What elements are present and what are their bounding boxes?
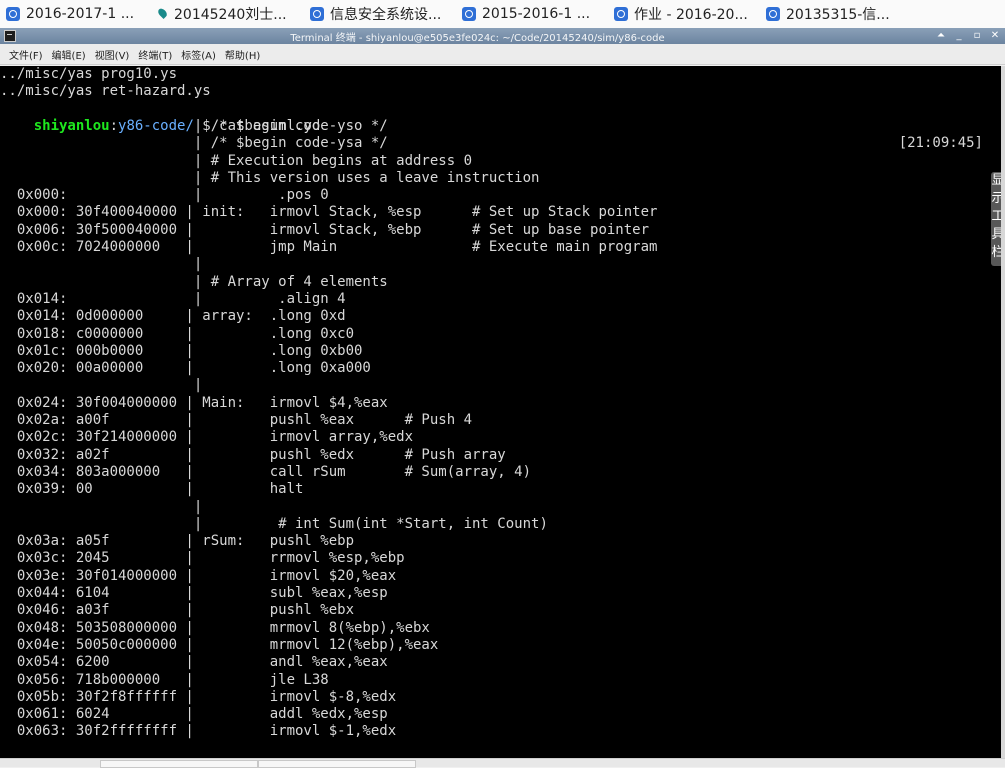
terminal-line: 0x05b: 30f2f8ffffff | irmovl $-8,%edx: [0, 688, 397, 705]
terminal-line: | # Array of 4 elements: [0, 273, 388, 290]
close-icon[interactable]: ✕: [987, 29, 1003, 43]
terminal-line: 0x061: 6024 | addl %edx,%esp: [0, 706, 388, 723]
minimize-icon[interactable]: _: [951, 29, 967, 43]
bookmark-label: 2015-2016-1 ...: [482, 6, 591, 22]
window-title: Terminal 终端 - shiyanlou@e505e3fe024c: ~/…: [290, 32, 665, 44]
bookmark-label: 作业 - 2016-20...: [634, 7, 748, 23]
drop-icon: [158, 7, 168, 21]
terminal-line: 0x03a: a05f | rSum: pushl %ebp: [0, 533, 355, 550]
bookmark-label: 20145240刘士...: [174, 7, 287, 23]
bookmark-item[interactable]: 2015-2016-1 ...: [456, 0, 608, 28]
terminal-line: 0x048: 503508000000 | mrmovl 8(%ebp),%eb…: [0, 619, 430, 636]
terminal-line: 0x044: 6104 | subl %eax,%esp: [0, 585, 388, 601]
terminal-line: ../misc/yas ret-hazard.ys: [0, 83, 211, 100]
terminal-line: 0x014: 0d000000 | array: .long 0xd: [0, 308, 346, 325]
terminal-title-bar[interactable]: Terminal 终端 - shiyanlou@e505e3fe024c: ~/…: [0, 28, 1005, 44]
terminal-line: 0x00c: 7024000000 | jmp Main # Execute m…: [0, 239, 658, 255]
bookmark-label: 信息安全系统设...: [330, 7, 442, 23]
terminal-output[interactable]: ../misc/yas prog10.ys ../misc/yas ret-ha…: [0, 66, 1001, 758]
bookmark-item[interactable]: 20145240刘士...: [152, 0, 304, 28]
menu-edit[interactable]: 编辑(E): [43, 47, 86, 62]
terminal-line: 0x04e: 50050c000000 | mrmovl 12(%ebp),%e…: [0, 636, 439, 653]
terminal-line: 0x039: 00 | halt: [0, 481, 304, 498]
terminal-line: 0x056: 718b000000 | jle L38: [0, 671, 329, 688]
menu-file[interactable]: 文件(F): [0, 47, 43, 62]
terminal-line: | # This version uses a leave instructio…: [0, 169, 540, 186]
terminal-line: 0x03c: 2045 | rrmovl %esp,%ebp: [0, 550, 405, 567]
terminal-line: 0x054: 6200 | andl %eax,%eax: [0, 654, 388, 671]
terminal-line: 0x000: 30f400040000 | init: irmovl Stack…: [0, 204, 658, 221]
terminal-line: ../misc/yas prog10.ys: [0, 66, 178, 82]
bookmark-item[interactable]: 信息安全系统设...: [304, 0, 456, 28]
circle-logo-icon: [766, 7, 780, 21]
terminal-line: 0x014: | .align 4: [0, 290, 346, 307]
terminal-line: | # Execution begins at address 0: [0, 152, 473, 169]
terminal-line: 0x02a: a00f | pushl %eax # Push 4: [0, 412, 473, 428]
prompt-line: shiyanlou:y86-code/ $ cat asuml.yo [21:0…: [0, 101, 1001, 151]
terminal-line: 0x01c: 000b0000 | .long 0xb00: [0, 342, 363, 359]
terminal-line: | /* $begin code-ysa */: [0, 135, 388, 152]
terminal-line: 0x000: | .pos 0: [0, 187, 329, 204]
terminal-line: |: [0, 256, 203, 273]
terminal-line: |: [0, 377, 203, 394]
terminal-line: 0x063: 30f2ffffffff | irmovl $-1,%edx: [0, 723, 397, 740]
shade-icon[interactable]: ⏶: [933, 29, 949, 43]
terminal-line: 0x018: c0000000 | .long 0xc0: [0, 325, 355, 342]
menu-bar: 文件(F) 编辑(E) 视图(V) 终端(T) 标签(A) 帮助(H): [0, 44, 1005, 65]
terminal-line: 0x024: 30f004000000 | Main: irmovl $4,%e…: [0, 394, 388, 411]
terminal-line: 0x020: 00a00000 | .long 0xa000: [0, 360, 371, 377]
circle-logo-icon: [614, 7, 628, 21]
maximize-icon[interactable]: ▫: [969, 29, 985, 43]
terminal-line: 0x006: 30f500040000 | irmovl Stack, %ebp…: [0, 221, 650, 238]
menu-terminal[interactable]: 终端(T): [129, 47, 172, 62]
bookmark-item[interactable]: 20135315-信...: [760, 0, 912, 28]
bookmarks-bar: 2016-2017-1 ... 20145240刘士... 信息安全系统设... 20…: [0, 0, 1005, 29]
bookmark-item[interactable]: 作业 - 2016-20...: [608, 0, 760, 28]
circle-logo-icon: [310, 7, 324, 21]
circle-logo-icon: [462, 7, 476, 21]
terminal-line: 0x032: a02f | pushl %edx # Push array: [0, 446, 506, 463]
bottom-segment: [258, 760, 416, 768]
menu-help[interactable]: 帮助(H): [216, 47, 260, 62]
bookmark-label: 20135315-信...: [786, 7, 890, 23]
terminal-line: | /* $begin code-yso */: [0, 117, 388, 134]
terminal-line: |: [0, 498, 203, 515]
menu-tabs[interactable]: 标签(A): [172, 47, 216, 62]
terminal-line: 0x046: a03f | pushl %ebx: [0, 602, 355, 619]
bookmark-label: 2016-2017-1 ...: [26, 6, 135, 22]
menu-view[interactable]: 视图(V): [86, 47, 130, 62]
terminal-app-icon[interactable]: [4, 30, 16, 42]
scrollbar[interactable]: [1001, 66, 1005, 758]
bookmark-item[interactable]: 2016-2017-1 ...: [0, 0, 152, 28]
terminal-line: 0x034: 803a000000 | call rSum # Sum(arra…: [0, 463, 532, 480]
terminal-line: 0x03e: 30f014000000 | irmovl $20,%eax: [0, 567, 397, 584]
terminal-line: | # int Sum(int *Start, int Count): [0, 515, 548, 532]
terminal-line: 0x02c: 30f214000000 | irmovl array,%edx: [0, 429, 414, 446]
circle-logo-icon: [6, 7, 20, 21]
prompt-timestamp: [21:09:45]: [898, 135, 983, 152]
bottom-segment: [100, 760, 258, 768]
